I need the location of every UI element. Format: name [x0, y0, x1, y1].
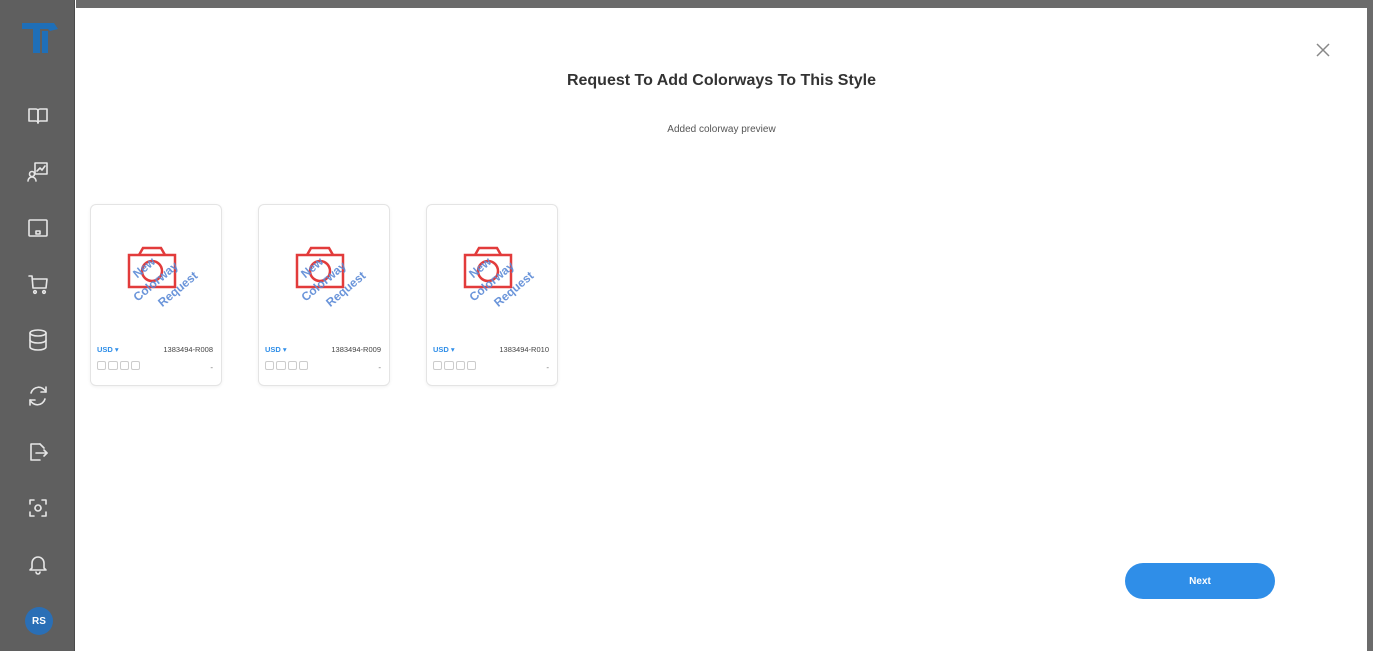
- currency-dropdown[interactable]: USD: [265, 345, 287, 354]
- size-tag: [276, 361, 286, 370]
- colorway-code: 1383494-R010: [499, 345, 549, 354]
- chart-user-icon[interactable]: [25, 159, 51, 185]
- modal-title: Request To Add Colorways To This Style: [566, 72, 877, 89]
- close-icon: [1316, 43, 1330, 57]
- new-colorway-request-watermark: New Colorway Request: [298, 254, 368, 310]
- size-tags: [433, 361, 503, 370]
- modal-panel: Request To Add Colorways To This Style A…: [76, 0, 1373, 651]
- window-icon[interactable]: [25, 215, 51, 241]
- next-button[interactable]: Next: [1125, 563, 1275, 599]
- book-icon[interactable]: [25, 103, 51, 129]
- colorway-card[interactable]: New Colorway Request USD 1383494-R008 -: [90, 204, 222, 386]
- size-tag: [131, 361, 141, 370]
- new-colorway-request-watermark: New Colorway Request: [130, 254, 200, 310]
- currency-dropdown[interactable]: USD: [97, 345, 119, 354]
- size-tag: [108, 361, 118, 370]
- export-icon[interactable]: [25, 439, 51, 465]
- size-tag: [265, 361, 275, 370]
- cart-icon[interactable]: [25, 271, 51, 297]
- size-tag: [467, 361, 477, 370]
- colorway-card[interactable]: New Colorway Request USD 1383494-R009 -: [258, 204, 390, 386]
- user-avatar[interactable]: RS: [25, 607, 53, 635]
- colorway-placeholder-image: New Colorway Request: [295, 246, 368, 310]
- size-tag: [287, 361, 298, 370]
- size-tag: [455, 361, 466, 370]
- bell-icon[interactable]: [25, 551, 51, 577]
- size-tag: [444, 361, 454, 370]
- scan-icon[interactable]: [25, 495, 51, 521]
- size-tags: [97, 361, 167, 370]
- card-dash: -: [210, 363, 213, 372]
- size-tag: [97, 361, 107, 370]
- colorway-code: 1383494-R008: [163, 345, 213, 354]
- colorway-card-list: New Colorway Request USD 1383494-R008 -: [90, 204, 558, 386]
- colorway-placeholder-image: New Colorway Request: [463, 246, 536, 310]
- new-colorway-request-watermark: New Colorway Request: [466, 254, 536, 310]
- colorway-card[interactable]: New Colorway Request USD 1383494-R010 -: [426, 204, 558, 386]
- size-tag: [119, 361, 130, 370]
- size-tags: [265, 361, 335, 370]
- sync-icon[interactable]: [25, 383, 51, 409]
- card-dash: -: [546, 363, 549, 372]
- modal-subtitle: Added colorway preview: [667, 124, 776, 135]
- currency-dropdown[interactable]: USD: [433, 345, 455, 354]
- app-logo[interactable]: [20, 17, 60, 57]
- card-dash: -: [378, 363, 381, 372]
- database-icon[interactable]: [25, 327, 51, 353]
- sidebar: RS: [0, 0, 75, 651]
- colorway-code: 1383494-R009: [331, 345, 381, 354]
- close-button[interactable]: [1313, 40, 1333, 60]
- size-tag: [299, 361, 309, 370]
- size-tag: [433, 361, 443, 370]
- colorway-placeholder-image: New Colorway Request: [127, 246, 200, 310]
